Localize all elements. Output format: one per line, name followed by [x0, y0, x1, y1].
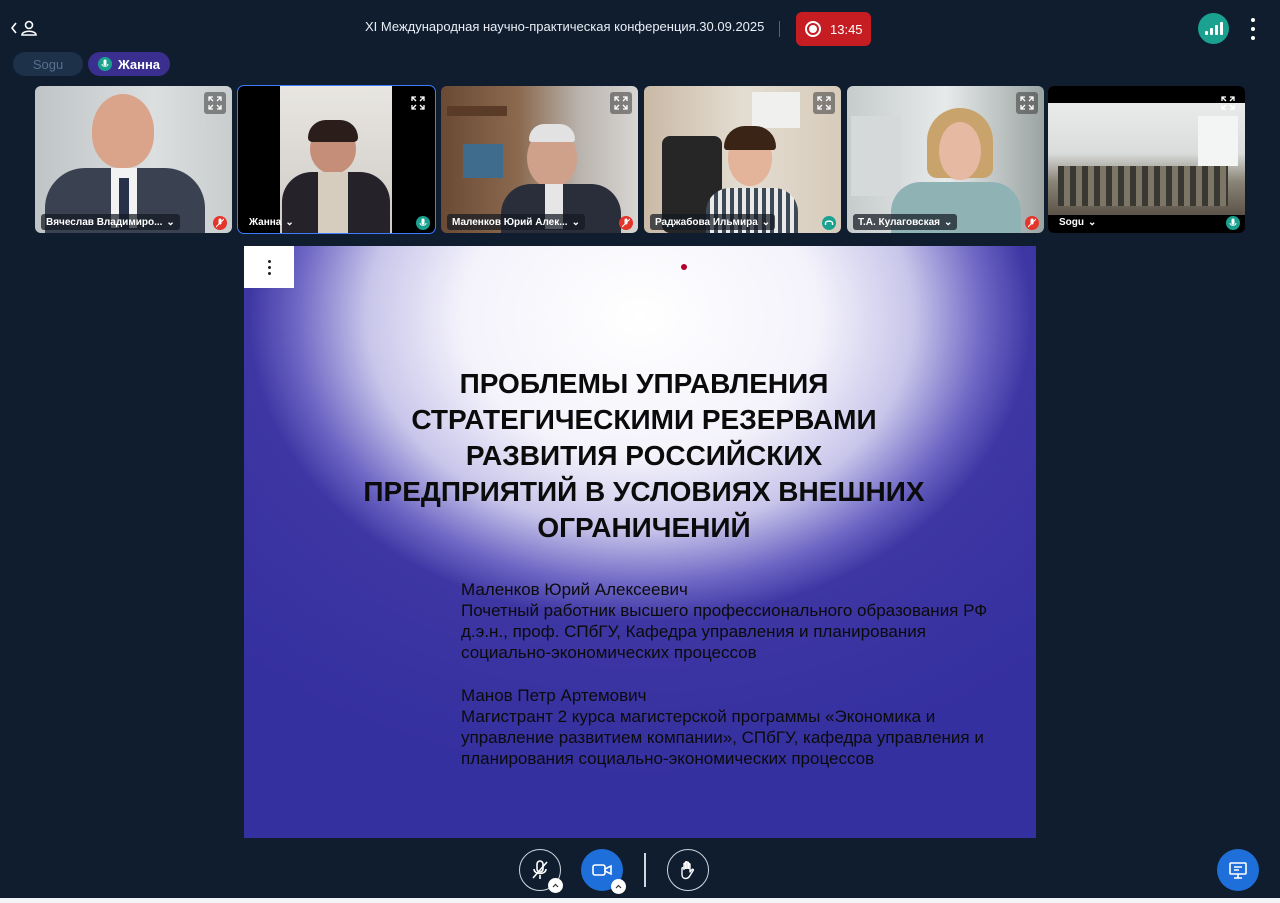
- top-bar: XI Международная научно-практическая кон…: [0, 0, 1280, 56]
- author-line: Почетный работник высшего профессиональн…: [461, 601, 988, 620]
- video-feed: [441, 86, 638, 233]
- chevron-up-icon: [615, 884, 622, 889]
- author-line: социально-экономических процессов: [461, 643, 757, 662]
- camera-icon: [592, 864, 612, 876]
- video-feed: [1048, 86, 1245, 233]
- expand-button[interactable]: [204, 92, 226, 114]
- speaker-chip-zhanna[interactable]: Жанна: [88, 52, 170, 76]
- microphone-toggle-button[interactable]: [519, 849, 563, 893]
- participant-name[interactable]: Маленков Юрий Алек... ⌄: [447, 214, 585, 230]
- more-vertical-icon: [1251, 18, 1255, 22]
- slide-author-block: Маленков Юрий Алексеевич Почетный работн…: [461, 579, 1021, 663]
- expand-icon: [614, 96, 628, 110]
- more-vertical-icon: [267, 259, 271, 263]
- shared-presentation[interactable]: ПРОБЛЕМЫ УПРАВЛЕНИЯ СТРАТЕГИЧЕСКИМИ РЕЗЕ…: [244, 246, 1036, 838]
- participants-toggle[interactable]: [10, 16, 40, 40]
- video-feed: [238, 86, 435, 233]
- chevron-down-icon: ⌄: [166, 216, 175, 228]
- controls-divider: [644, 853, 646, 887]
- chevron-up-icon: [552, 883, 559, 888]
- author-line: планирования социально-экономических про…: [461, 749, 875, 768]
- recording-indicator[interactable]: 13:45: [796, 12, 871, 46]
- slide-title: ПРОБЛЕМЫ УПРАВЛЕНИЯ СТРАТЕГИЧЕСКИМИ РЕЗЕ…: [363, 368, 925, 543]
- mic-muted-icon: [1025, 216, 1039, 230]
- author-line: д.э.н., проф. СПбГУ, Кафедра управления …: [461, 622, 926, 641]
- raise-hand-button[interactable]: [667, 849, 709, 891]
- video-feed: [35, 86, 232, 233]
- expand-icon: [411, 96, 425, 110]
- speaker-chip-label: Sogu: [32, 56, 64, 72]
- screen-share-button[interactable]: [1217, 849, 1259, 891]
- chevron-down-icon: ⌄: [285, 216, 294, 228]
- author-name: Манов Петр Артемович: [461, 686, 647, 705]
- signal-bar: [1209, 28, 1213, 35]
- mic-off-icon: [532, 860, 548, 879]
- chevron-left-icon: [10, 22, 17, 34]
- expand-icon: [817, 96, 831, 110]
- participant-tile-active[interactable]: Жанна ⌄: [237, 85, 436, 234]
- chevron-down-icon: ⌄: [571, 216, 580, 228]
- mic-muted-icon: [213, 216, 227, 230]
- signal-bar: [1219, 22, 1223, 35]
- participant-name[interactable]: Жанна ⌄: [244, 214, 299, 230]
- bottom-edge: [0, 898, 1280, 903]
- author-line: Магистрант 2 курса магистерской программ…: [461, 707, 936, 726]
- chevron-down-icon: ⌄: [761, 216, 771, 228]
- signal-strength-button[interactable]: [1198, 13, 1229, 44]
- expand-icon: [208, 96, 222, 110]
- participant-name[interactable]: Вячеслав Владимиро... ⌄: [41, 214, 180, 230]
- participant-tile[interactable]: Sogu ⌄: [1048, 86, 1245, 233]
- author-name: Маленков Юрий Алексеевич: [461, 580, 688, 599]
- expand-button[interactable]: [610, 92, 632, 114]
- camera-toggle-button[interactable]: [581, 849, 626, 894]
- mic-muted-icon: [619, 216, 633, 230]
- speaker-chip-sogu[interactable]: Sogu: [13, 52, 83, 76]
- expand-button[interactable]: [407, 92, 429, 114]
- slide-menu-button[interactable]: [244, 246, 294, 288]
- mic-active-icon: [1226, 216, 1240, 230]
- participant-tile[interactable]: Маленков Юрий Алек... ⌄: [441, 86, 638, 233]
- raise-hand-icon: [681, 861, 695, 880]
- expand-button[interactable]: [1016, 92, 1038, 114]
- mic-options-button[interactable]: [548, 878, 563, 893]
- conference-title: XI Международная научно-практическая кон…: [365, 19, 765, 34]
- mic-icon: [97, 57, 112, 71]
- camera-options-button[interactable]: [611, 879, 626, 894]
- mic-active-icon: [416, 216, 430, 230]
- participant-name[interactable]: Sogu ⌄: [1054, 214, 1101, 230]
- speaker-chip-label: Жанна: [117, 56, 161, 72]
- chevron-down-icon: ⌄: [1088, 216, 1097, 228]
- signal-bar: [1204, 31, 1208, 35]
- video-feed: [847, 86, 1044, 233]
- present-screen-icon: [1229, 862, 1247, 879]
- slide-author-block: Манов Петр Артемович Магистрант 2 курса …: [461, 685, 1021, 769]
- expand-icon: [1221, 96, 1235, 110]
- author-line: управление развитием компании», СПбГУ, к…: [461, 728, 984, 747]
- chevron-down-icon: ⌄: [944, 216, 953, 228]
- participants-icon: [21, 20, 37, 36]
- recording-time: 13:45: [830, 21, 863, 37]
- expand-button[interactable]: [813, 92, 835, 114]
- title-divider: [779, 21, 780, 37]
- laser-pointer-dot: [681, 264, 687, 270]
- signal-bar: [1214, 25, 1218, 35]
- participant-name[interactable]: Раджабова Ильмира ⌄: [650, 214, 776, 230]
- video-feed: [644, 86, 841, 233]
- expand-button[interactable]: [1217, 92, 1239, 114]
- expand-icon: [1020, 96, 1034, 110]
- participant-tile[interactable]: Раджабова Ильмира ⌄: [644, 86, 841, 233]
- headset-icon: [822, 216, 836, 230]
- participant-name[interactable]: Т.А. Кулаговская ⌄: [853, 214, 958, 230]
- record-icon: [805, 21, 821, 37]
- participant-tile[interactable]: Вячеслав Владимиро... ⌄: [35, 86, 232, 233]
- participant-tile[interactable]: Т.А. Кулаговская ⌄: [847, 86, 1044, 233]
- more-options-button[interactable]: [1245, 18, 1261, 40]
